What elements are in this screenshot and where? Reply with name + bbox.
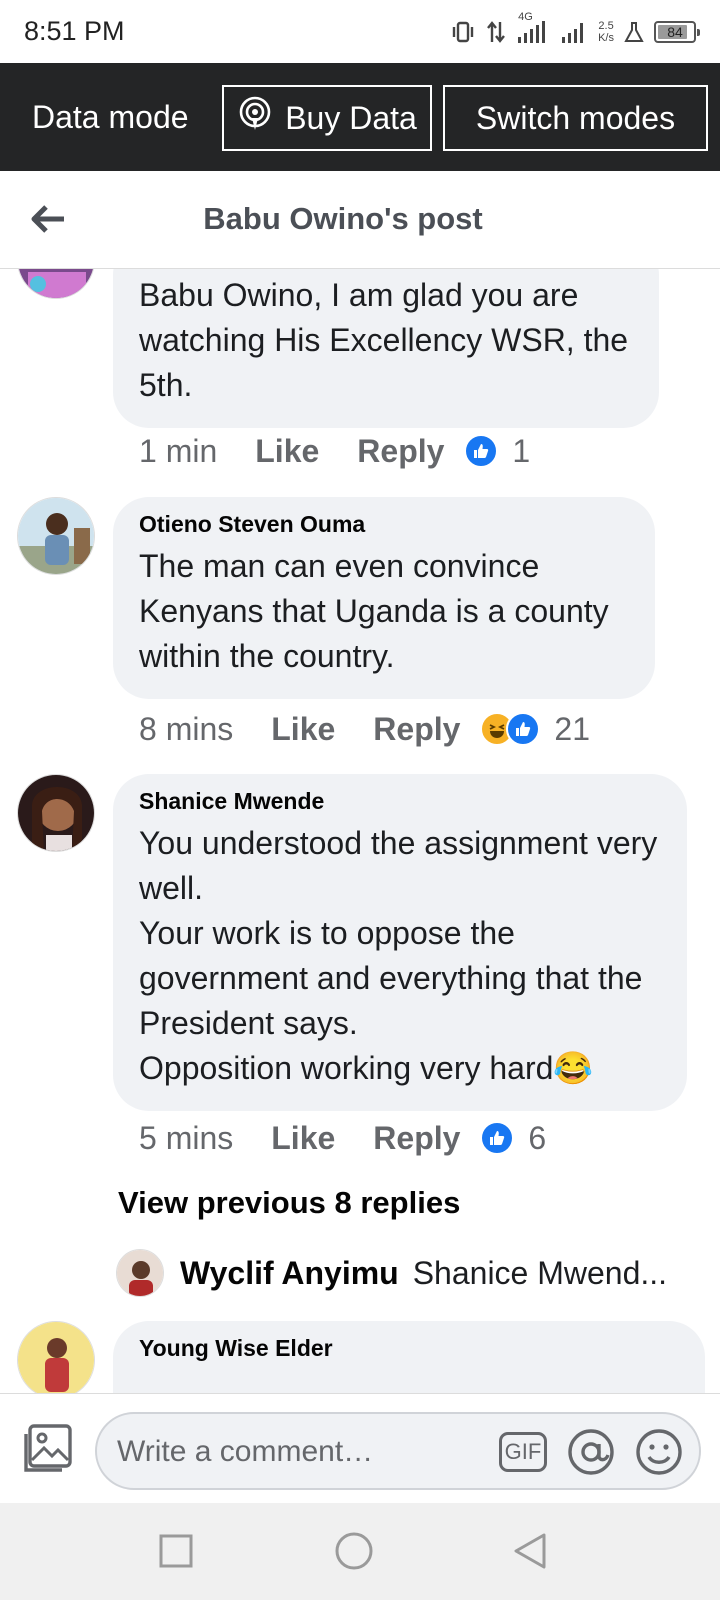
- reply-button[interactable]: Reply: [357, 433, 444, 470]
- photo-button[interactable]: [20, 1422, 74, 1476]
- network-speed-unit: K/s: [598, 32, 614, 44]
- recents-button[interactable]: [154, 1529, 198, 1573]
- comment-bubble[interactable]: Babu Owino, I am glad you are watching H…: [113, 269, 659, 428]
- avatar[interactable]: [17, 774, 95, 852]
- back-nav-button[interactable]: [508, 1529, 552, 1573]
- comment-author[interactable]: Young Wise Elder: [139, 1335, 679, 1362]
- comment-time[interactable]: 5 mins: [139, 1120, 233, 1157]
- view-previous-replies-link[interactable]: View previous 8 replies: [118, 1185, 460, 1221]
- smiley-icon: [636, 1429, 682, 1475]
- emoji-button[interactable]: [633, 1426, 685, 1478]
- buy-data-button[interactable]: Buy Data: [222, 85, 432, 151]
- reply-button[interactable]: Reply: [373, 711, 460, 748]
- reply-preview[interactable]: Wyclif Anyimu Shanice Mwend...: [116, 1249, 667, 1297]
- data-mode-label: Data mode: [32, 99, 189, 135]
- signal-icon: [560, 19, 588, 45]
- comment-input-container: GIF: [95, 1412, 701, 1490]
- status-bar: 8:51 PM 4G 2.5 K/s 84: [0, 0, 720, 63]
- comment-time[interactable]: 1 min: [139, 433, 217, 470]
- data-transfer-icon: [486, 20, 506, 44]
- comment-text: The man can even convince Kenyans that U…: [139, 548, 609, 674]
- reply-button[interactable]: Reply: [373, 1120, 460, 1157]
- reactions[interactable]: [480, 1121, 515, 1155]
- avatar[interactable]: [17, 269, 95, 299]
- square-icon: [159, 1534, 193, 1568]
- comment-composer: GIF: [0, 1393, 720, 1503]
- reply-author[interactable]: Wyclif Anyimu: [180, 1255, 399, 1292]
- like-reaction-icon: [464, 434, 499, 468]
- switch-modes-label: Switch modes: [475, 99, 676, 136]
- comment-actions: 8 mins Like Reply 21: [139, 709, 590, 749]
- comments-list: Babu Owino, I am glad you are watching H…: [0, 269, 720, 1393]
- network-speed-value: 2.5: [598, 20, 614, 32]
- comment-actions: 1 min Like Reply 1: [139, 431, 530, 471]
- like-reaction-icon: [506, 712, 541, 746]
- signal-4g-icon: 4G: [516, 11, 550, 45]
- comment-bubble[interactable]: Young Wise Elder: [113, 1321, 705, 1393]
- reactions[interactable]: [480, 712, 541, 746]
- battery-icon: 84: [654, 21, 700, 43]
- reactions[interactable]: [464, 434, 499, 468]
- gif-icon: GIF: [499, 1432, 547, 1472]
- at-sign-icon: [568, 1429, 614, 1475]
- comment-author[interactable]: Shanice Mwende: [139, 788, 661, 815]
- comment-bubble[interactable]: Otieno Steven Ouma The man can even conv…: [113, 497, 655, 699]
- reaction-count: 21: [554, 710, 591, 747]
- page-header: Babu Owino's post: [0, 171, 720, 269]
- photo-icon: [24, 1424, 72, 1472]
- network-speed: 2.5 K/s: [598, 20, 614, 44]
- triangle-back-icon: [514, 1533, 546, 1569]
- reply-text: Shanice Mwend...: [412, 1254, 668, 1291]
- page-title: Babu Owino's post: [203, 201, 483, 236]
- avatar[interactable]: [17, 497, 95, 575]
- reaction-count: 1: [512, 432, 531, 469]
- network-type-label: 4G: [518, 11, 533, 23]
- gif-label: GIF: [504, 1439, 542, 1464]
- battery-level: 84: [667, 24, 683, 40]
- circle-icon: [335, 1532, 373, 1570]
- broadcast-icon: [237, 96, 273, 140]
- avatar[interactable]: [116, 1249, 164, 1297]
- buy-data-label: Buy Data: [285, 99, 417, 136]
- home-button[interactable]: [332, 1529, 376, 1573]
- status-time: 8:51 PM: [24, 16, 125, 46]
- flask-icon: [624, 21, 644, 43]
- gif-button[interactable]: GIF: [497, 1426, 549, 1478]
- comment-author[interactable]: Otieno Steven Ouma: [139, 511, 629, 538]
- like-reaction-icon: [480, 1121, 515, 1155]
- mention-button[interactable]: [565, 1426, 617, 1478]
- like-button[interactable]: Like: [271, 711, 335, 748]
- comment-actions: 5 mins Like Reply 6: [139, 1118, 546, 1158]
- comment-bubble[interactable]: Shanice Mwende You understood the assign…: [113, 774, 687, 1111]
- status-icons: 4G 2.5 K/s 84: [450, 11, 700, 50]
- vibrate-icon: [450, 21, 476, 43]
- data-mode-bar: Data mode Buy Data Switch modes: [0, 63, 720, 171]
- switch-modes-button[interactable]: Switch modes: [443, 85, 708, 151]
- like-button[interactable]: Like: [255, 433, 319, 470]
- like-button[interactable]: Like: [271, 1120, 335, 1157]
- comment-time[interactable]: 8 mins: [139, 711, 233, 748]
- comment-text: You understood the assignment very well.…: [139, 825, 658, 1086]
- reaction-count: 6: [528, 1119, 547, 1156]
- avatar[interactable]: [17, 1321, 95, 1393]
- comment-input[interactable]: [117, 1426, 477, 1478]
- navigation-bar: [0, 1503, 720, 1600]
- comment-text: Babu Owino, I am glad you are watching H…: [139, 277, 629, 403]
